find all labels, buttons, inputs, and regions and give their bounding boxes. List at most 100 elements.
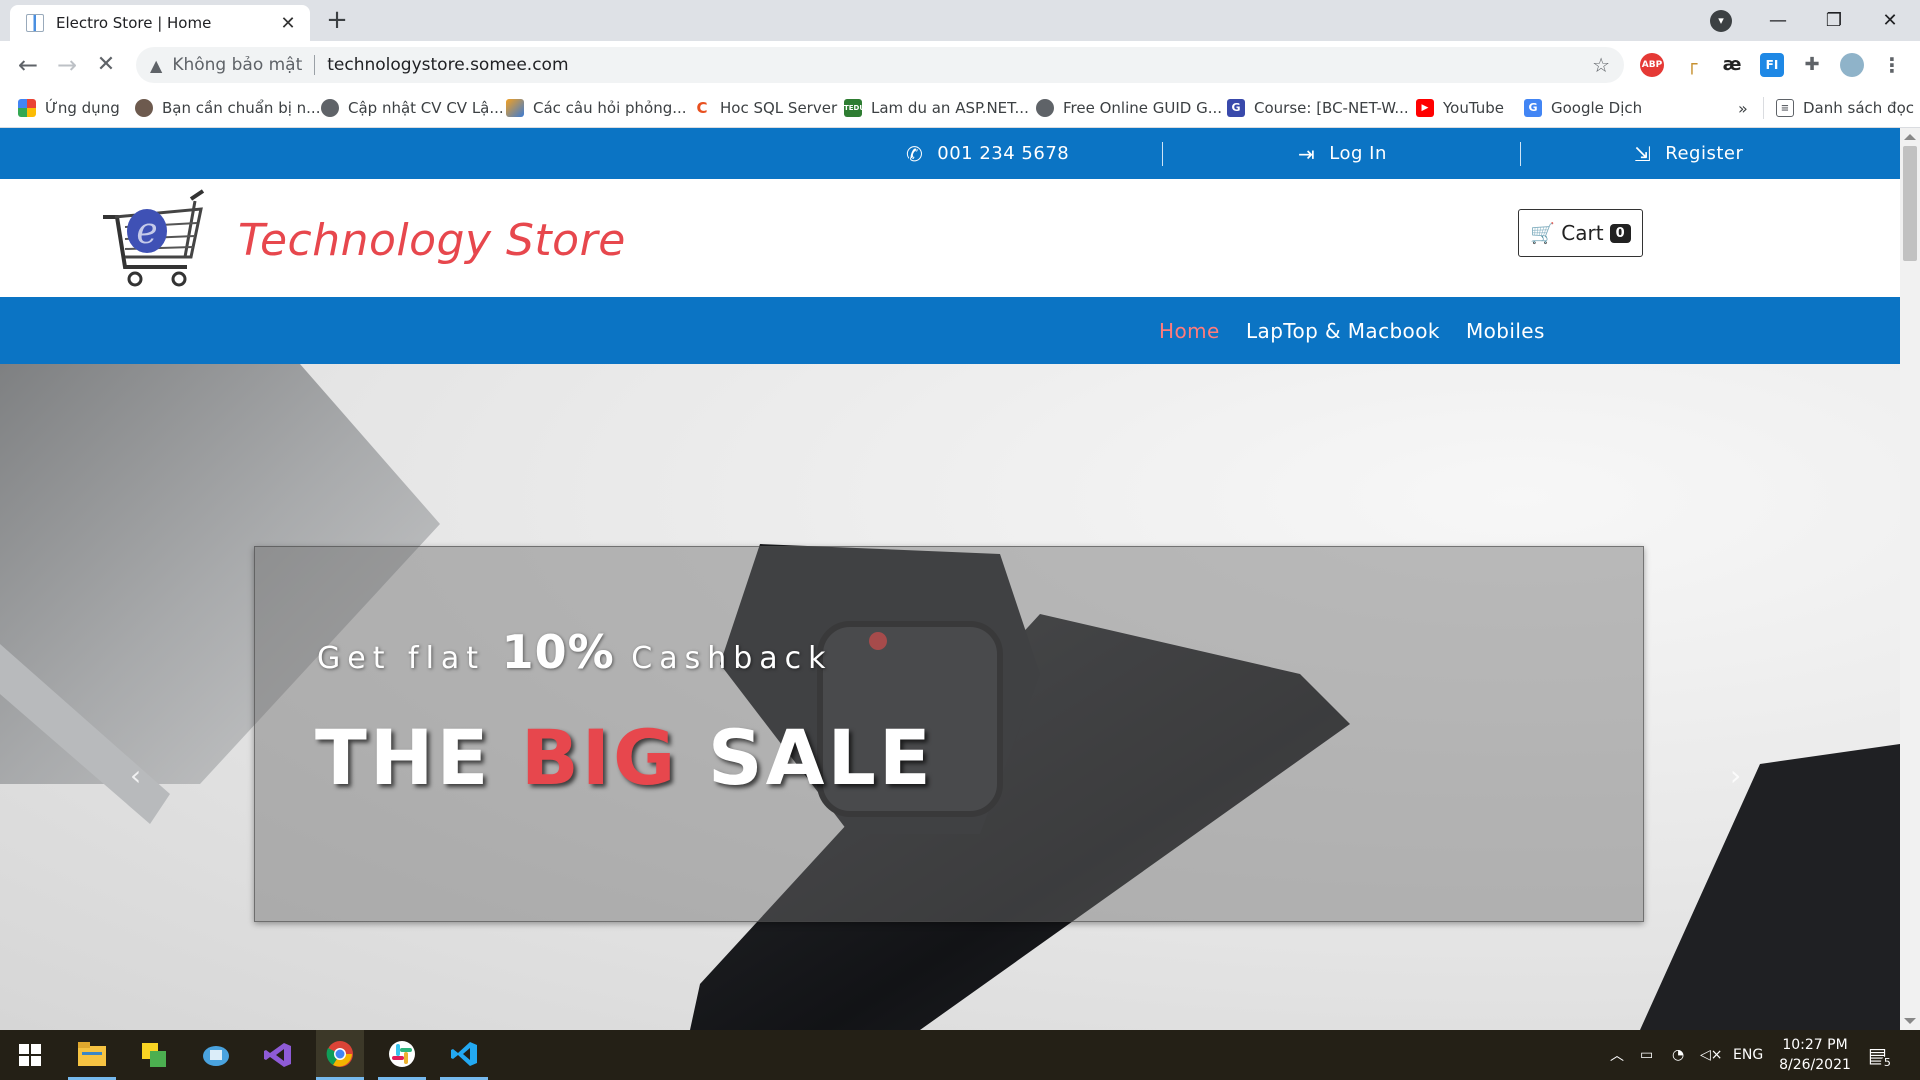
bird-icon <box>506 99 524 117</box>
windows-taskbar: ︿ ▭ ◔ ◁× ENG 10:27 PM 8/26/2021 ▤ 5 <box>0 1030 1920 1080</box>
new-tab-button[interactable]: + <box>322 6 352 36</box>
tab-close-icon[interactable]: ✕ <box>278 13 298 34</box>
bookmark-item[interactable]: ▶ YouTube <box>1416 97 1504 119</box>
bookmark-item[interactable]: Các câu hỏi phỏng... <box>506 97 687 119</box>
site-icon: TEDU <box>844 99 865 117</box>
system-clock[interactable]: 10:27 PM 8/26/2021 <box>1770 1035 1860 1075</box>
battery-icon[interactable]: ▭ <box>1640 1030 1653 1080</box>
url-text[interactable]: technologystore.somee.com <box>327 55 1592 75</box>
nav-laptop-macbook[interactable]: LapTop & Macbook <box>1246 297 1440 364</box>
tray-overflow-icon[interactable]: ︿ <box>1610 1030 1624 1080</box>
browser-menu-icon[interactable]: ⋮ <box>1880 53 1904 77</box>
cashback-text: Get flat 10% Cashback <box>317 625 833 679</box>
g-logo-icon: G <box>1227 99 1245 117</box>
topbar-divider <box>1162 142 1163 166</box>
login-link[interactable]: ⇥ Log In <box>1298 128 1387 179</box>
apps-grid-icon <box>18 99 36 117</box>
bookmark-item[interactable]: Free Online GUID G... <box>1036 97 1222 119</box>
globe-icon <box>321 99 339 117</box>
chrome-taskbar-icon[interactable] <box>316 1030 364 1080</box>
security-label[interactable]: Không bảo mật <box>172 55 302 75</box>
globe-icon <box>1036 99 1054 117</box>
window-close-icon[interactable]: ✕ <box>1862 0 1918 41</box>
bookmark-label: Free Online GUID G... <box>1063 99 1223 117</box>
main-nav: Home LapTop & Macbook Mobiles <box>0 297 1900 364</box>
adblock-plus-icon[interactable]: ABP <box>1640 53 1664 77</box>
bookmark-item[interactable]: Bạn cần chuẩn bị n... <box>135 97 320 119</box>
google-translate-icon: G <box>1524 99 1542 117</box>
site-header: e Technology Store 🛒 Cart 0 <box>0 179 1900 297</box>
bookmark-item[interactable]: Cập nhật CV CV Lậ... <box>321 97 504 119</box>
address-bar[interactable]: ▲ Không bảo mật technologystore.somee.co… <box>136 47 1624 83</box>
shopping-cart-logo-icon[interactable]: e <box>95 187 210 293</box>
minimize-icon[interactable]: — <box>1750 0 1806 41</box>
page-favicon-icon <box>26 14 44 32</box>
notification-center-icon[interactable]: ▤ 5 <box>1868 1030 1894 1080</box>
register-label: Register <box>1665 143 1744 164</box>
page-scrollbar[interactable] <box>1900 128 1920 1030</box>
phone-icon: ✆ <box>906 141 924 166</box>
tab-title: Electro Store | Home <box>56 14 212 32</box>
extension-fi-icon[interactable]: FI <box>1760 53 1784 77</box>
stop-loading-icon[interactable]: ✕ <box>90 50 122 82</box>
bookmarks-overflow-button[interactable]: » <box>1738 97 1748 119</box>
bookmark-item[interactable]: G Google Dịch <box>1524 97 1642 119</box>
volume-muted-icon[interactable]: ◁× <box>1700 1030 1723 1080</box>
bookmarks-divider <box>1763 97 1764 119</box>
carousel-prev-icon[interactable]: ‹ <box>130 759 141 792</box>
sticky-notes-app-icon[interactable] <box>130 1030 178 1080</box>
slack-icon[interactable] <box>378 1030 426 1080</box>
start-windows-icon[interactable] <box>6 1030 54 1080</box>
vscode-icon[interactable] <box>440 1030 488 1080</box>
extension-hammer-icon[interactable]: ┌ <box>1680 53 1704 77</box>
browser-tab[interactable]: Electro Store | Home ✕ <box>10 5 310 41</box>
cart-button[interactable]: 🛒 Cart 0 <box>1518 209 1643 257</box>
nav-home[interactable]: Home <box>1159 297 1220 364</box>
extensions-puzzle-icon[interactable]: ✚ <box>1800 53 1824 77</box>
wifi-icon[interactable]: ◔ <box>1672 1030 1684 1080</box>
visual-studio-icon[interactable] <box>254 1030 302 1080</box>
carousel-next-icon[interactable]: › <box>1730 759 1741 792</box>
extension-ae-icon[interactable]: æ <box>1720 53 1744 77</box>
bookmark-label: Hoc SQL Server <box>720 99 838 117</box>
phone-link[interactable]: ✆ 001 234 5678 <box>906 128 1069 179</box>
register-link[interactable]: ⇲ Register <box>1634 128 1743 179</box>
nav-mobiles[interactable]: Mobiles <box>1466 297 1545 364</box>
svg-text:e: e <box>136 211 157 252</box>
warning-triangle-icon[interactable]: ▲ <box>150 56 162 75</box>
sale-word-sale: SALE <box>707 713 934 802</box>
tab-search-icon[interactable]: ▾ <box>1710 10 1732 32</box>
bookmark-apps[interactable]: Ứng dụng <box>18 97 120 119</box>
tab-strip: Electro Store | Home ✕ + ▾ — ❐ ✕ <box>0 0 1920 41</box>
hero-carousel[interactable]: Get flat 10% Cashback THE BIG SALE ‹ › <box>0 364 1900 1030</box>
cashback-prefix: Get flat <box>317 641 486 676</box>
cart-label: Cart <box>1561 221 1604 245</box>
restore-icon[interactable]: ❐ <box>1806 0 1862 41</box>
reading-list-icon: ≡ <box>1776 99 1794 117</box>
sign-out-icon: ⇲ <box>1634 141 1652 166</box>
file-explorer-icon[interactable] <box>68 1030 116 1080</box>
reading-list-button[interactable]: ≡ Danh sách đọc <box>1776 97 1914 119</box>
sale-word-big: BIG <box>520 713 679 802</box>
bookmark-item[interactable]: G Course: [BC-NET-W... <box>1227 97 1409 119</box>
sale-headline: THE BIG SALE <box>315 713 934 802</box>
scroll-thumb[interactable] <box>1903 146 1917 261</box>
scroll-down-icon[interactable] <box>1904 1018 1916 1024</box>
language-indicator[interactable]: ENG <box>1733 1030 1763 1080</box>
azure-data-studio-icon[interactable] <box>192 1030 240 1080</box>
bookmark-label: Lam du an ASP.NET... <box>871 99 1029 117</box>
cart-count-badge: 0 <box>1609 223 1631 243</box>
forward-arrow-icon[interactable]: → <box>51 50 83 82</box>
bookmark-star-icon[interactable]: ☆ <box>1592 53 1610 77</box>
back-arrow-icon[interactable]: ← <box>12 50 44 82</box>
profile-avatar-icon[interactable] <box>1840 53 1864 77</box>
bookmark-item[interactable]: C Hoc SQL Server <box>693 97 837 119</box>
site-title[interactable]: Technology Store <box>238 215 626 266</box>
scroll-up-icon[interactable] <box>1904 134 1916 140</box>
bookmark-label: Google Dịch <box>1551 99 1643 117</box>
notification-count: 5 <box>1880 1055 1894 1069</box>
login-label: Log In <box>1329 143 1387 164</box>
bookmarks-bar: Ứng dụng Bạn cần chuẩn bị n... Cập nhật … <box>0 89 1920 128</box>
bookmark-item[interactable]: TEDU Lam du an ASP.NET... <box>844 97 1029 119</box>
topbar-divider <box>1520 142 1521 166</box>
